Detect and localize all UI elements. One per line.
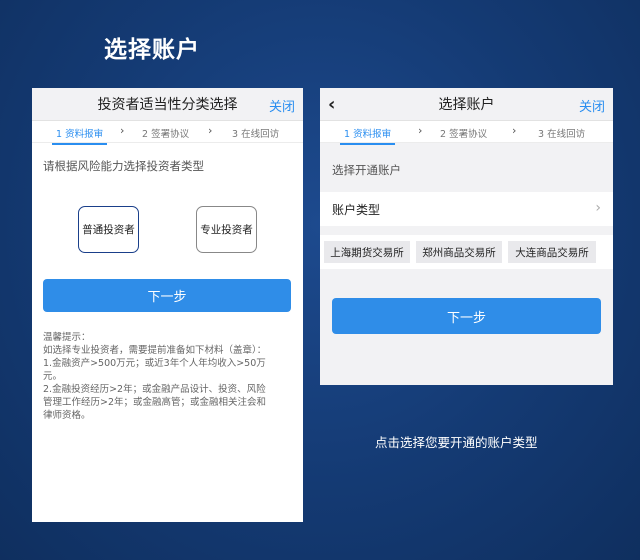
tips-title: 温馨提示： (43, 332, 91, 343)
exchange-option-dce[interactable]: 大连商品交易所 (508, 241, 596, 263)
step-1: 1 资料报审 (51, 126, 108, 145)
exchange-option-shfe[interactable]: 上海期货交易所 (324, 241, 410, 263)
nav-bar: 投资者适当性分类选择 关闭 (32, 88, 303, 121)
exchange-options: 上海期货交易所 郑州商品交易所 大连商品交易所 (320, 235, 613, 269)
chevron-right-icon: › (595, 200, 601, 216)
next-button[interactable]: 下一步 (43, 279, 291, 312)
step-indicator: 1 资料报审 › 2 签署协议 › 3 在线回访 (320, 121, 613, 145)
nav-title: 投资者适当性分类选择 (97, 97, 238, 113)
chevron-right-icon: › (512, 124, 517, 137)
step-3: 3 在线回访 (232, 129, 280, 140)
step-2: 2 签署协议 (440, 129, 488, 140)
tips-text: 温馨提示： 如选择专业投资者，需要提前准备如下材料（盖章）： 1.金融资产>50… (43, 331, 297, 422)
close-link[interactable]: 关闭 (579, 96, 605, 115)
tips-line: 2.金融投资经历>2年；或金融产品设计、投资、风险 (43, 384, 266, 395)
tips-line: 元。 (43, 371, 63, 382)
pro-investor-button[interactable]: 专业投资者 (196, 206, 257, 253)
exchange-option-czce[interactable]: 郑州商品交易所 (416, 241, 502, 263)
select-account-screen: ‹ 选择账户 关闭 1 资料报审 › 2 签署协议 › 3 在线回访 选择开通账… (320, 88, 613, 385)
tips-line: 管理工作经历>2年；或金融高管；或金融相关注会和 (43, 397, 267, 408)
page-title: 选择账户 (104, 37, 200, 63)
investor-classification-screen: 投资者适当性分类选择 关闭 1 资料报审 › 2 签署协议 › 3 在线回访 请… (32, 88, 303, 522)
step-1: 1 资料报审 (339, 126, 396, 145)
nav-bar: ‹ 选择账户 关闭 (320, 88, 613, 121)
step-2: 2 签署协议 (142, 129, 190, 140)
tips-line: 1.金融资产>500万元；或近3年个人年均收入>50万 (43, 358, 266, 369)
back-arrow-icon[interactable]: ‹ (328, 94, 335, 115)
caption-text: 点击选择您要开通的账户类型 (375, 435, 538, 450)
select-prompt: 请根据风险能力选择投资者类型 (43, 159, 204, 173)
tips-line: 律师资格。 (43, 410, 91, 421)
step-3: 3 在线回访 (538, 129, 586, 140)
tips-line: 如选择专业投资者，需要提前准备如下材料（盖章）： (43, 345, 267, 356)
section-label: 选择开通账户 (332, 163, 401, 177)
chevron-right-icon: › (208, 124, 213, 137)
next-button[interactable]: 下一步 (332, 298, 601, 334)
close-link[interactable]: 关闭 (269, 96, 295, 115)
nav-title: 选择账户 (438, 97, 495, 113)
chevron-right-icon: › (418, 124, 423, 137)
normal-investor-button[interactable]: 普通投资者 (78, 206, 139, 253)
chevron-right-icon: › (120, 124, 125, 137)
account-type-row[interactable]: 账户类型 › (320, 192, 613, 226)
account-type-label: 账户类型 (332, 202, 381, 217)
step-indicator: 1 资料报审 › 2 签署协议 › 3 在线回访 (32, 121, 303, 145)
